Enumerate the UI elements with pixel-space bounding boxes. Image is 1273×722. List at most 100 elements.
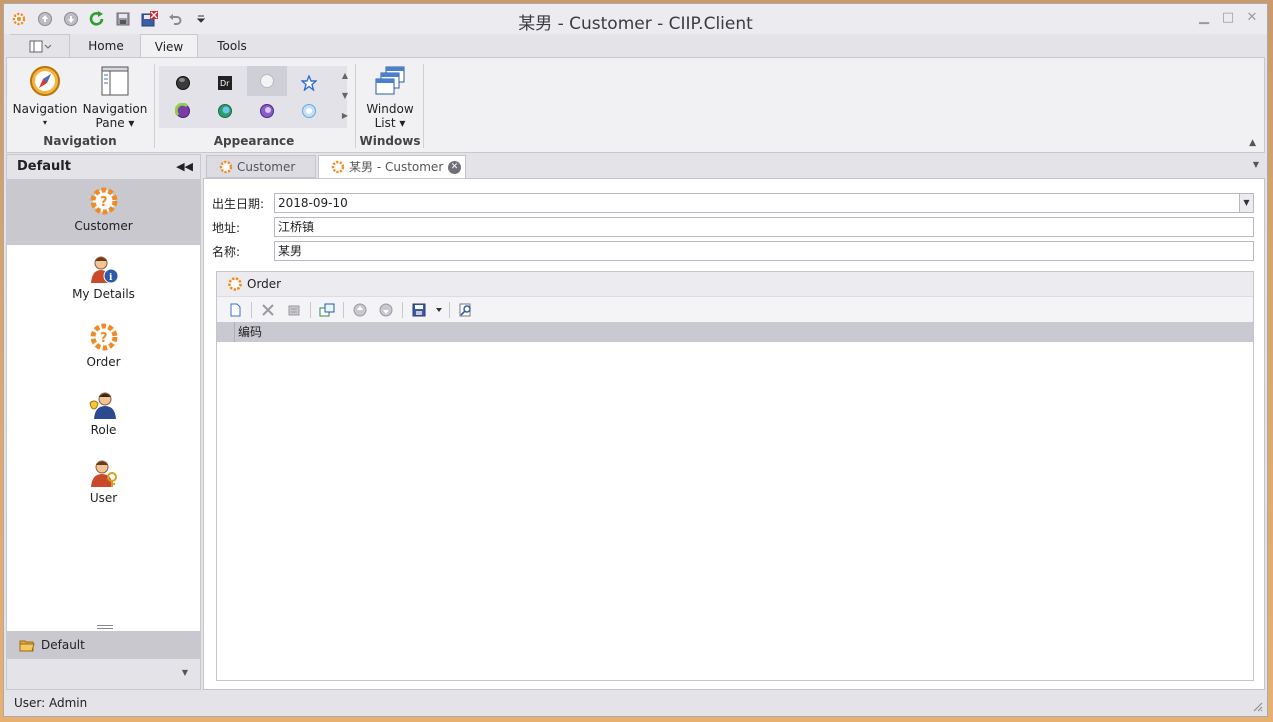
name-row: 名称: 某男: [212, 241, 1254, 261]
user-icon: [88, 457, 120, 489]
nav-item-label: Customer: [74, 219, 133, 233]
move-down-icon[interactable]: [374, 299, 398, 321]
new-icon[interactable]: [223, 299, 247, 321]
nav-item-role[interactable]: Role: [7, 383, 200, 449]
doc-tab-customer[interactable]: Customer: [206, 155, 316, 178]
collapse-ribbon-icon[interactable]: ▲: [1249, 138, 1256, 148]
maximize-icon[interactable]: □: [1221, 10, 1235, 25]
tab-view[interactable]: View: [140, 34, 198, 58]
nav-item-my-details[interactable]: i My Details: [7, 247, 200, 313]
document-tabs: Customer 某男 - Customer ✕ ▼: [203, 154, 1265, 178]
gallery-up-icon[interactable]: ▲: [339, 66, 351, 86]
skin-dark-icon[interactable]: [163, 70, 203, 96]
name-field[interactable]: 某男: [274, 241, 1254, 261]
nav-item-label: User: [89, 491, 118, 505]
skin-gallery: Dr: [159, 66, 347, 128]
title-bar: 某男 - Customer - CIIP.Client ▁ □ ✕: [4, 4, 1267, 34]
windows-group-label: Windows: [359, 134, 421, 148]
nav-item-user[interactable]: User: [7, 451, 200, 517]
doc-tab-record[interactable]: 某男 - Customer ✕: [318, 155, 466, 178]
ribbon-group-navigation: Navigation ▾ Navigation Pane ▾ Navigatio…: [7, 58, 153, 152]
window-list-label: Window: [366, 102, 414, 116]
compass-icon: [28, 64, 62, 98]
document-area: Customer 某男 - Customer ✕ ▼ 出生日期: 2018-09…: [203, 154, 1265, 690]
nav-header: Default ◀◀: [7, 155, 200, 179]
navigation-pane-label: Navigation: [82, 102, 148, 116]
pane-layout-icon: [98, 64, 132, 98]
ribbon-tabs: Home View Tools: [6, 34, 1265, 58]
birth-date-field[interactable]: 2018-09-10 ▼: [274, 193, 1254, 213]
nav-item-customer[interactable]: ? Customer: [7, 179, 200, 245]
folder-icon: [19, 640, 35, 652]
column-header-code[interactable]: 编码: [235, 322, 262, 342]
svg-text:i: i: [109, 273, 113, 283]
order-icon: ?: [88, 321, 120, 353]
ribbon: Navigation ▾ Navigation Pane ▾ Navigatio…: [6, 57, 1265, 153]
delete-all-icon[interactable]: [282, 299, 306, 321]
order-grid-header: 编码: [217, 322, 1253, 342]
search-icon[interactable]: [454, 299, 478, 321]
main-window: 某男 - Customer - CIIP.Client ▁ □ ✕ Home V…: [3, 3, 1268, 717]
date-dropdown-icon[interactable]: ▼: [1239, 194, 1253, 212]
nav-item-order[interactable]: ? Order: [7, 315, 200, 381]
navigation-pane-label-2: Pane ▾: [95, 116, 135, 130]
gallery-expand-icon[interactable]: ▶: [339, 106, 351, 126]
skin-star-icon[interactable]: [289, 70, 329, 96]
link-icon[interactable]: [315, 299, 339, 321]
birth-date-row: 出生日期: 2018-09-10 ▼: [212, 193, 1254, 213]
status-user: User: Admin: [14, 696, 88, 710]
my-details-icon: i: [88, 253, 120, 285]
tab-list-dropdown-icon[interactable]: ▼: [1253, 160, 1259, 169]
address-value: 江桥镇: [278, 220, 315, 234]
close-tab-icon[interactable]: ✕: [448, 161, 461, 174]
window-title: 某男 - Customer - CIIP.Client: [518, 14, 753, 34]
nav-item-label: Role: [90, 423, 117, 437]
save-dropdown-icon[interactable]: [433, 299, 445, 321]
nav-footer: ▼: [7, 659, 200, 689]
application-menu-button[interactable]: [10, 34, 70, 58]
resize-grip-icon[interactable]: [1251, 700, 1263, 712]
save-icon[interactable]: [407, 299, 431, 321]
skin-green-purple-icon[interactable]: [163, 98, 203, 124]
skin-dr-icon[interactable]: Dr: [205, 70, 245, 96]
row-indicator-header: [217, 322, 235, 342]
skin-green-blue-icon[interactable]: [205, 98, 245, 124]
minimize-icon[interactable]: ▁: [1197, 10, 1211, 25]
tab-home[interactable]: Home: [72, 34, 140, 58]
customer-icon: ?: [88, 185, 120, 217]
navigation-pane: Default ◀◀ ? Customer i My Details ? Ord…: [6, 154, 201, 690]
skin-white-icon[interactable]: [247, 66, 287, 96]
doc-tab-label: 某男 - Customer: [349, 160, 444, 174]
close-icon[interactable]: ✕: [1245, 10, 1259, 25]
window-list-label-2: List ▾: [374, 116, 406, 130]
navigation-pane-button[interactable]: Navigation Pane ▾: [81, 64, 149, 130]
navigation-button-label: Navigation: [12, 102, 78, 116]
record-tab-icon: [331, 160, 345, 174]
address-field[interactable]: 江桥镇: [274, 217, 1254, 237]
order-panel-header: Order: [217, 272, 1253, 296]
nav-header-title: Default: [17, 159, 71, 174]
svg-text:?: ?: [100, 195, 108, 210]
delete-icon[interactable]: [256, 299, 280, 321]
toolbar-separator: [251, 301, 252, 318]
group-separator: [355, 64, 356, 148]
collapse-pane-icon[interactable]: ◀◀: [176, 155, 193, 179]
move-up-icon[interactable]: [348, 299, 372, 321]
windows-stack-icon: [373, 64, 407, 98]
nav-group-default[interactable]: Default: [7, 631, 200, 659]
window-controls: ▁ □ ✕: [1197, 10, 1259, 25]
order-panel-icon: [228, 277, 242, 291]
group-separator: [423, 64, 424, 148]
tab-tools[interactable]: Tools: [198, 34, 266, 58]
doc-tab-label: Customer: [237, 159, 296, 174]
gallery-scroll: ▲ ▼ ▶: [339, 66, 351, 128]
nav-footer-dropdown-icon[interactable]: ▼: [182, 668, 188, 677]
skin-lightblue-icon[interactable]: [289, 98, 329, 124]
window-list-button[interactable]: Window List ▾: [357, 64, 423, 130]
birth-date-label: 出生日期:: [212, 196, 265, 211]
navigation-button[interactable]: Navigation ▾: [11, 64, 79, 130]
nav-splitter-handle[interactable]: [97, 625, 113, 629]
gallery-down-icon[interactable]: ▼: [339, 86, 351, 106]
skin-purple-icon[interactable]: [247, 98, 287, 124]
ribbon-group-windows: Window List ▾ Windows: [357, 58, 423, 152]
